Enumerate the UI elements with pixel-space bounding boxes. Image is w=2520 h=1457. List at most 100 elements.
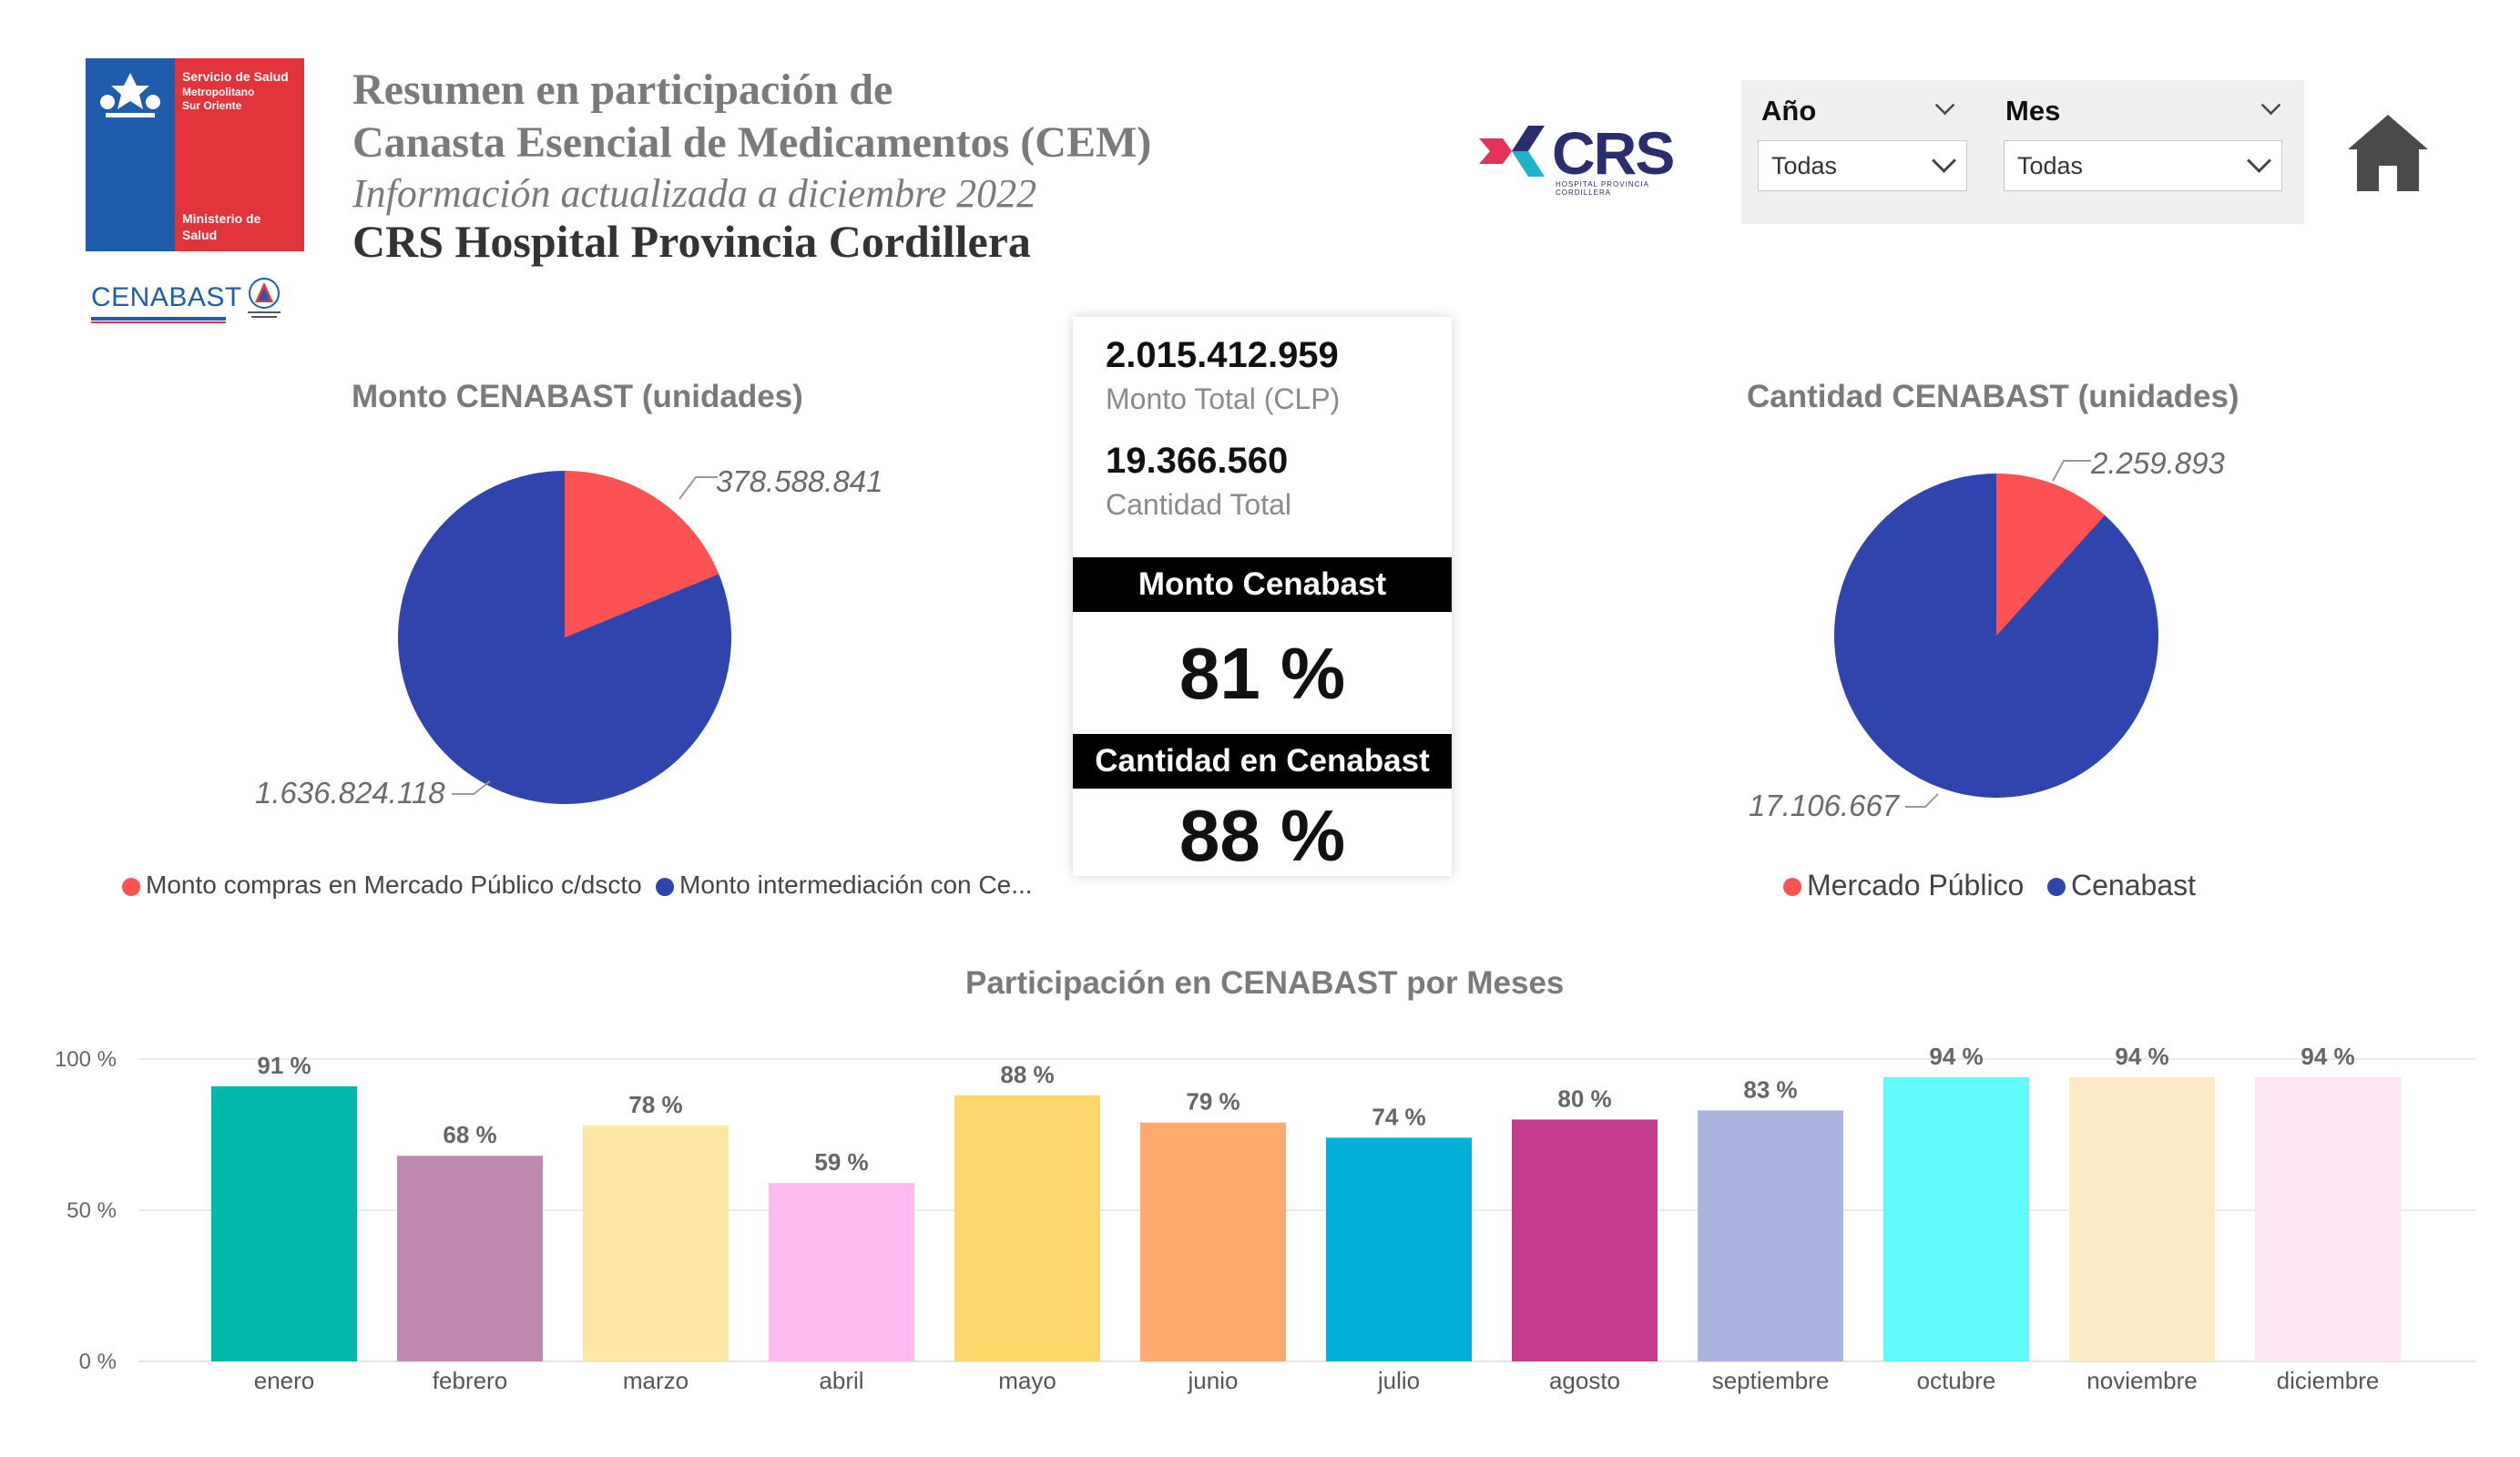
bar-junio — [1140, 1122, 1286, 1361]
bar-data-label: 79 % — [1186, 1088, 1240, 1116]
x-category-label: noviembre — [2086, 1367, 2197, 1394]
gov-logo-line4: Ministerio de — [182, 211, 261, 226]
month-dropdown[interactable]: Todas — [2004, 140, 2282, 191]
y-tick-label: 50 % — [66, 1198, 117, 1223]
cenabast-logo-text: CENABAST — [91, 282, 242, 312]
crs-emblem-icon — [1479, 126, 1545, 177]
year-filter-label: Año — [1761, 95, 1817, 127]
kpi-card: 2.015.412.959 Monto Total (CLP) 19.366.5… — [1073, 317, 1452, 876]
crs-logo-text: CRS — [1552, 119, 1675, 187]
bar-data-label: 68 % — [443, 1121, 496, 1148]
x-category-label: octubre — [1917, 1367, 1996, 1394]
chevron-down-icon[interactable] — [1934, 95, 1955, 116]
cenabast-logo-underline — [91, 317, 226, 321]
crs-logo-subtext: HOSPITAL PROVINCIA CORDILLERA — [1556, 180, 1649, 197]
cantidad-total-value: 19.366.560 — [1106, 441, 1289, 481]
home-icon[interactable] — [2346, 111, 2430, 195]
legend-dot-red — [122, 878, 140, 896]
bar-julio — [1326, 1137, 1472, 1361]
cantidad-cenabast-percent: 88 % — [1178, 795, 1346, 876]
chevron-down-icon — [1932, 148, 1956, 173]
x-category-label: diciembre — [2277, 1367, 2380, 1394]
cenabast-emblem-icon — [248, 278, 281, 318]
x-category-label: abril — [819, 1367, 863, 1394]
monto-pie-title: Monto CENABAST (unidades) — [352, 379, 803, 414]
monto-total-label: Monto Total (CLP) — [1106, 382, 1341, 415]
cantidad-total-label: Cantidad Total — [1106, 488, 1291, 521]
x-category-label: agosto — [1549, 1367, 1620, 1394]
x-category-label: enero — [254, 1367, 315, 1394]
gov-logo-line3: Sur Oriente — [182, 99, 242, 112]
cantidad-pie-leader-blue — [1905, 793, 1939, 808]
cenabast-logo: CENABAST — [91, 273, 310, 328]
bar-octubre — [1883, 1076, 2029, 1361]
legend-item-mercado-publico-2: Mercado Público — [1807, 869, 2025, 902]
monthly-participation-bar-chart: 100 % 50 % 0 % 91 % enero 68 % febrero 78 % marz… — [55, 1043, 2475, 1394]
chevron-down-icon — [2247, 148, 2271, 173]
bar-enero — [211, 1085, 357, 1361]
monto-cenabast-header: Monto Cenabast — [1073, 557, 1452, 612]
year-dropdown-value: Todas — [1771, 152, 1838, 179]
y-tick-label: 0 % — [79, 1350, 117, 1374]
x-category-label: marzo — [623, 1367, 689, 1394]
legend-dot-blue — [2047, 878, 2066, 896]
gov-logo-line5: Salud — [182, 228, 218, 242]
bar-febrero — [397, 1156, 543, 1361]
bar-data-label: 88 % — [1000, 1061, 1054, 1088]
coat-of-arms-icon — [100, 73, 160, 117]
y-tick-label: 100 % — [55, 1047, 117, 1072]
monto-pie-label-red: 378.588.841 — [716, 464, 883, 498]
bar-data-label: 83 % — [1743, 1075, 1797, 1103]
bar-abril — [769, 1183, 914, 1361]
bar-agosto — [1512, 1119, 1658, 1361]
monto-pie-legend: Monto compras en Mercado Público c/dscto… — [120, 871, 1040, 907]
bar-data-label: 94 % — [1929, 1043, 1983, 1070]
filter-panel: Año Todas Mes Todas — [1741, 80, 2304, 224]
month-filter-label: Mes — [2005, 95, 2061, 127]
cantidad-pie-title: Cantidad CENABAST (unidades) — [1747, 379, 2239, 414]
bar-data-label: 59 % — [814, 1148, 868, 1176]
cantidad-pie-legend: Mercado Público Cenabast — [1781, 869, 2200, 905]
bar-data-label: 94 % — [2115, 1043, 2168, 1070]
month-dropdown-value: Todas — [2017, 152, 2084, 179]
cenabast-logo-redline — [91, 321, 226, 323]
bar-marzo — [583, 1126, 729, 1361]
chevron-down-icon[interactable] — [2260, 95, 2281, 116]
x-category-label: febrero — [433, 1367, 507, 1394]
legend-item-cenabast: Cenabast — [2071, 869, 2196, 902]
monto-pie-leader-red — [678, 476, 718, 500]
bar-mayo — [954, 1095, 1100, 1361]
gobierno-logo-blue-panel — [86, 58, 175, 251]
page-subtitle: Información actualizada a diciembre 2022 — [352, 171, 1037, 216]
legend-dot-red — [1783, 878, 1801, 896]
bar-diciembre — [2255, 1076, 2401, 1361]
legend-dot-blue — [656, 878, 674, 896]
cantidad-cenabast-header: Cantidad en Cenabast — [1073, 734, 1452, 789]
monto-total-value: 2.015.412.959 — [1106, 335, 1339, 375]
cantidad-pie-leader-red — [2052, 460, 2091, 482]
cantidad-pie-slice-1 — [1834, 474, 2158, 798]
bar-chart-title: Participación en CENABAST por Meses — [965, 965, 1565, 1001]
legend-item-intermediacion: Monto intermediación con Ce... — [679, 871, 1033, 899]
x-category-label: junio — [1188, 1367, 1239, 1394]
bar-noviembre — [2069, 1076, 2215, 1361]
x-category-label: julio — [1377, 1367, 1420, 1394]
cantidad-pie-label-blue: 17.106.667 — [1749, 789, 1900, 822]
monto-pie-leader-blue — [452, 780, 491, 795]
bar-data-label: 94 % — [2301, 1043, 2354, 1070]
gobierno-logo-red-panel: Servicio de Salud Metropolitano Sur Orie… — [175, 58, 304, 251]
year-dropdown[interactable]: Todas — [1758, 140, 1967, 191]
x-category-label: mayo — [998, 1367, 1056, 1394]
gobierno-logo: Servicio de Salud Metropolitano Sur Orie… — [86, 58, 304, 251]
monto-cenabast-percent: 81 % — [1178, 633, 1346, 714]
monto-pie-label-blue: 1.636.824.118 — [255, 776, 445, 810]
bar-data-label: 74 % — [1372, 1103, 1425, 1130]
page-title-line2: Canasta Esencial de Medicamentos (CEM) — [352, 118, 1152, 167]
bar-data-label: 78 % — [628, 1091, 682, 1118]
hospital-name: CRS Hospital Provincia Cordillera — [352, 216, 1031, 267]
legend-item-mercado-publico: Monto compras en Mercado Público c/dscto — [146, 871, 642, 899]
bar-data-label: 80 % — [1557, 1085, 1611, 1112]
bar-septiembre — [1698, 1110, 1843, 1361]
x-category-label: septiembre — [1712, 1367, 1830, 1394]
monto-pie-chart — [397, 471, 731, 804]
